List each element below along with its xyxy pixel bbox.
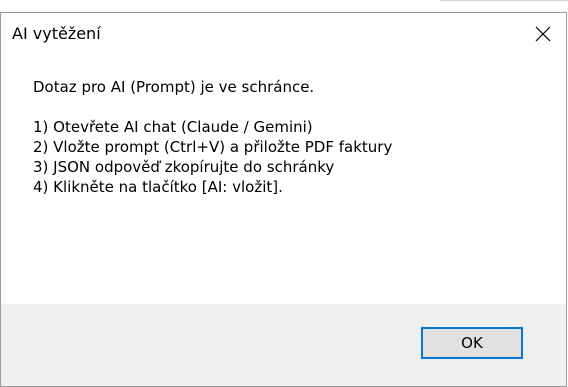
focus-indicator [424, 330, 520, 356]
dialog-content: Dotaz pro AI (Prompt) je ve schránce. 1)… [1, 57, 566, 304]
close-icon [535, 26, 551, 42]
message-line-1: Dotaz pro AI (Prompt) je ve schránce. [33, 78, 315, 96]
message-dialog: AI vytěžení Dotaz pro AI (Prompt) je ve … [0, 12, 567, 387]
dialog-footer: OK [1, 304, 566, 386]
message-line-step-3: 3) JSON odpověď zkopírujte do schránky [33, 158, 335, 176]
ok-button[interactable]: OK [421, 327, 523, 359]
message-line-step-1: 1) Otevřete AI chat (Claude / Gemini) [33, 118, 313, 136]
title-bar[interactable]: AI vytěžení [1, 13, 566, 57]
message-text: Dotaz pro AI (Prompt) je ve schránce. 1)… [33, 77, 392, 197]
close-button[interactable] [520, 13, 566, 55]
message-spacer [33, 97, 392, 117]
background-window-edge [440, 0, 568, 1]
message-line-step-4: 4) Klikněte na tlačítko [AI: vložit]. [33, 178, 283, 196]
message-line-step-2: 2) Vložte prompt (Ctrl+V) a přiložte PDF… [33, 138, 393, 156]
window-title: AI vytěžení [12, 24, 101, 43]
